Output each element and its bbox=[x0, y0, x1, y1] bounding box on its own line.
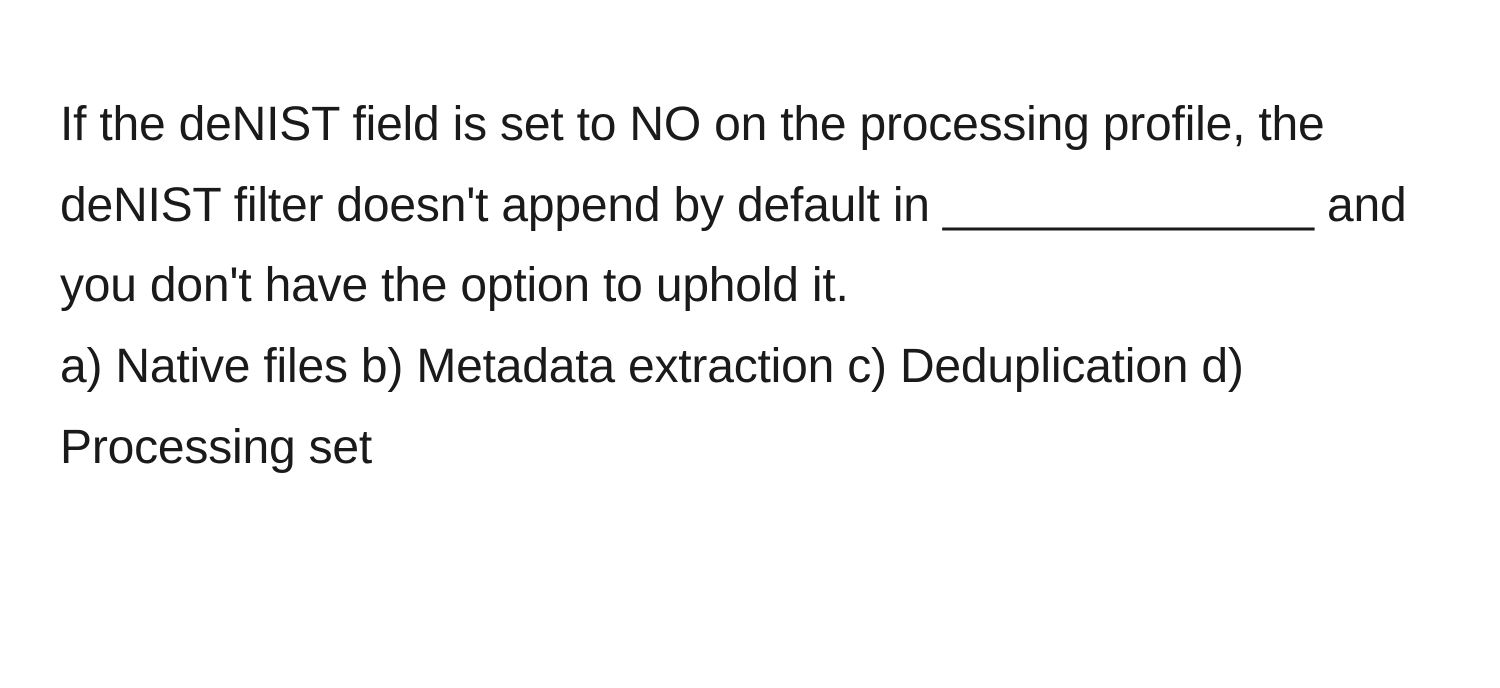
question-options: a) Native files b) Metadata extraction c… bbox=[60, 327, 1440, 488]
question-container: If the deNIST field is set to NO on the … bbox=[60, 85, 1440, 488]
question-stem: If the deNIST field is set to NO on the … bbox=[60, 85, 1440, 327]
